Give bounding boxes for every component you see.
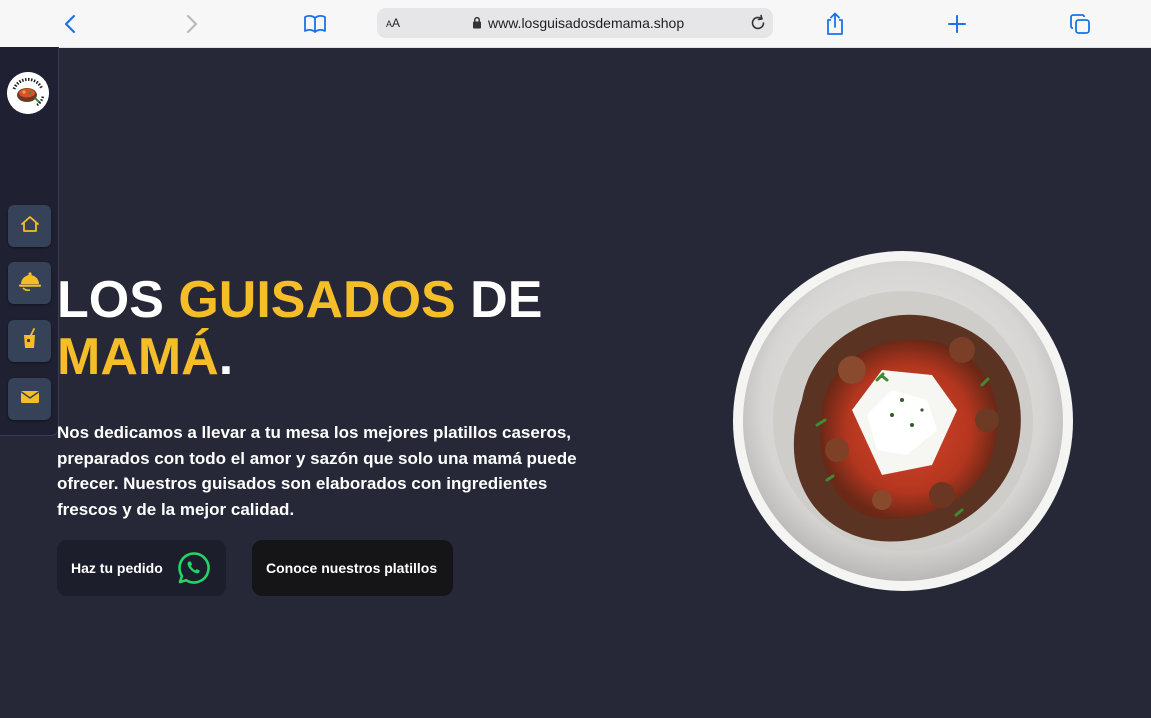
dishes-button-label: Conoce nuestros platillos	[266, 560, 438, 576]
title-dot: .	[218, 328, 234, 386]
url-text: www.losguisadosdemama.shop	[488, 15, 685, 31]
browser-toolbar: AA www.losguisadosdemama.shop	[0, 0, 1151, 48]
food-cloche-icon	[18, 270, 42, 297]
title-text: DE	[455, 271, 543, 329]
sidebar-nav	[0, 47, 59, 436]
dish-image	[732, 250, 1074, 592]
reload-icon[interactable]	[749, 14, 767, 37]
lock-icon	[472, 16, 482, 34]
address-bar[interactable]: AA www.losguisadosdemama.shop	[377, 8, 773, 38]
sidebar-item-contact[interactable]	[8, 378, 51, 420]
bookmarks-icon[interactable]	[300, 9, 330, 39]
title-text: LOS	[57, 271, 179, 329]
forward-icon[interactable]	[177, 9, 207, 39]
dishes-button[interactable]: Conoce nuestros platillos	[252, 540, 453, 596]
mail-icon	[20, 389, 40, 410]
title-highlight: GUISADOS	[178, 271, 456, 329]
share-icon[interactable]	[820, 9, 850, 39]
order-button-label: Haz tu pedido	[71, 560, 163, 576]
hero-description: Nos dedicamos a llevar a tu mesa los mej…	[57, 423, 577, 519]
page-title: LOS GUISADOS DE MAMÁ.	[57, 272, 542, 386]
new-tab-icon[interactable]	[942, 9, 972, 39]
site-logo[interactable]	[7, 72, 49, 114]
whatsapp-icon	[177, 551, 211, 588]
text-size-button[interactable]: AA	[386, 16, 400, 30]
title-highlight: MAMÁ	[57, 328, 219, 386]
back-icon[interactable]	[55, 9, 85, 39]
drink-icon	[21, 327, 39, 355]
sidebar-item-home[interactable]	[8, 205, 51, 247]
order-button[interactable]: Haz tu pedido	[57, 540, 226, 596]
sidebar-item-drinks[interactable]	[8, 320, 51, 362]
sidebar-item-menu[interactable]	[8, 262, 51, 304]
home-icon	[20, 215, 40, 238]
tabs-icon[interactable]	[1065, 9, 1095, 39]
